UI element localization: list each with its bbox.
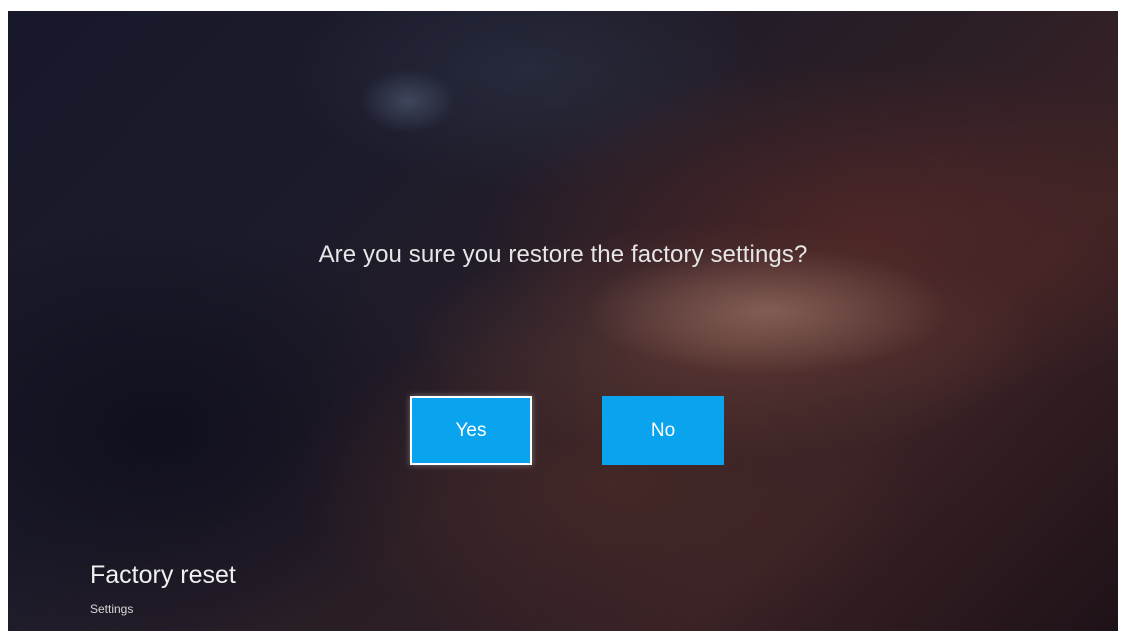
factory-reset-screen: Are you sure you restore the factory set… — [8, 11, 1118, 631]
no-button[interactable]: No — [602, 396, 724, 465]
page-subtitle: Settings — [90, 602, 134, 616]
yes-button[interactable]: Yes — [410, 396, 532, 465]
yes-button-label: Yes — [455, 419, 487, 441]
no-button-label: No — [650, 419, 676, 441]
confirm-question: Are you sure you restore the factory set… — [318, 241, 808, 268]
page-title: Factory reset — [90, 561, 236, 589]
